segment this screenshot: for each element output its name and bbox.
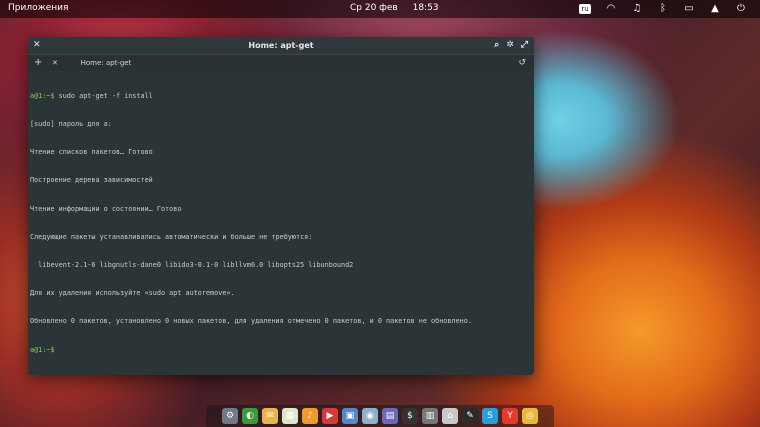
chrome-icon[interactable]: ◎	[522, 408, 538, 424]
window-title: Home: apt-get	[248, 41, 314, 50]
scratch-icon[interactable]: ✎	[462, 408, 478, 424]
prompt: a@1:~$	[30, 91, 55, 100]
terminal-line: [sudo] пароль для a:	[30, 120, 112, 129]
terminal-output[interactable]: a@1:~$ sudo apt-get -f install [sudo] па…	[28, 71, 534, 374]
maximize-icon[interactable]: ⤢	[521, 37, 528, 54]
notifications-icon[interactable]: ▲	[702, 2, 728, 16]
terminal-line: libevent-2.1-6 libgnutls-dane0 libido3-0…	[30, 261, 354, 270]
terminal-line: Обновлено 0 пакетов, установлено 0 новых…	[30, 317, 472, 326]
search-icon[interactable]: ⌕	[494, 37, 499, 54]
close-window-icon[interactable]: ✕	[33, 37, 41, 54]
battery-icon[interactable]: ▭	[676, 2, 702, 16]
gear-icon[interactable]: ✲	[506, 37, 514, 54]
volume-icon[interactable]: ♫	[624, 2, 650, 16]
prompt: a@1:~$	[30, 345, 55, 354]
time-label: 18:53	[412, 3, 439, 13]
date-label: Ср 20 фев	[350, 3, 398, 13]
browser-icon[interactable]: ◐	[242, 408, 258, 424]
terminal-window: ✕ Home: apt-get ⌕ ✲ ⤢ + ✕ Home: apt-get …	[28, 37, 534, 375]
yandex-browser-icon[interactable]: Y	[502, 408, 518, 424]
terminal-line: Чтение информации о состоянии… Готово	[30, 204, 182, 213]
terminal-line: Следующие пакеты устанавливались автомат…	[30, 232, 313, 241]
network-icon[interactable]: ◠	[598, 2, 624, 16]
window-titlebar[interactable]: ✕ Home: apt-get ⌕ ✲ ⤢	[28, 37, 534, 54]
terminal-line: a@1:~$	[30, 346, 534, 355]
terminal-line: Построение дерева зависимостей	[30, 176, 153, 185]
dock: ⚙ ◐ ✉ ▦ ♪ ▶ ▣ ◉ ▤ $ ▥ ⌂ ✎ S Y ◎	[206, 405, 554, 427]
calendar-icon[interactable]: ▦	[282, 408, 298, 424]
keyboard-layout-label: ru	[579, 4, 591, 14]
tab-home-apt-get[interactable]: Home: apt-get	[76, 55, 136, 71]
store-icon[interactable]: ▤	[382, 408, 398, 424]
terminal-line: a@1:~$ sudo apt-get -f install	[30, 92, 534, 101]
command-text: sudo apt-get -f install	[54, 91, 153, 100]
history-icon[interactable]: ↺	[518, 55, 526, 71]
tab-bar: + ✕ Home: apt-get ↺	[28, 54, 534, 71]
indicators-area: ru ◠ ♫ ᛒ ▭ ▲ ⏻	[572, 2, 754, 16]
applications-menu-button[interactable]: Приложения	[8, 3, 68, 13]
terminal-icon[interactable]: $	[402, 408, 418, 424]
power-icon[interactable]: ⏻	[728, 2, 754, 16]
photos-icon[interactable]: ▣	[342, 408, 358, 424]
music-icon[interactable]: ♪	[302, 408, 318, 424]
files-icon[interactable]: ⌂	[442, 408, 458, 424]
mail-icon[interactable]: ✉	[262, 408, 278, 424]
skype-icon[interactable]: S	[482, 408, 498, 424]
top-panel: Приложения Ср 20 фев 18:53 ru ◠ ♫ ᛒ ▭ ▲ …	[0, 0, 760, 18]
terminal-line: Чтение списков пакетов… Готово	[30, 148, 153, 157]
new-tab-button[interactable]: +	[34, 55, 42, 71]
system-settings-icon[interactable]: ⚙	[222, 408, 238, 424]
terminal-line: Для их удаления используйте «sudo apt au…	[30, 289, 235, 298]
video-icon[interactable]: ▶	[322, 408, 338, 424]
tweaks-icon[interactable]: ▥	[422, 408, 438, 424]
date-time-indicator[interactable]: Ср 20 фев 18:53	[350, 3, 451, 13]
close-tab-icon[interactable]: ✕	[52, 55, 58, 71]
toggle-icon[interactable]: ◉	[362, 408, 378, 424]
bluetooth-icon[interactable]: ᛒ	[650, 2, 676, 16]
keyboard-layout-indicator[interactable]: ru	[572, 2, 598, 16]
